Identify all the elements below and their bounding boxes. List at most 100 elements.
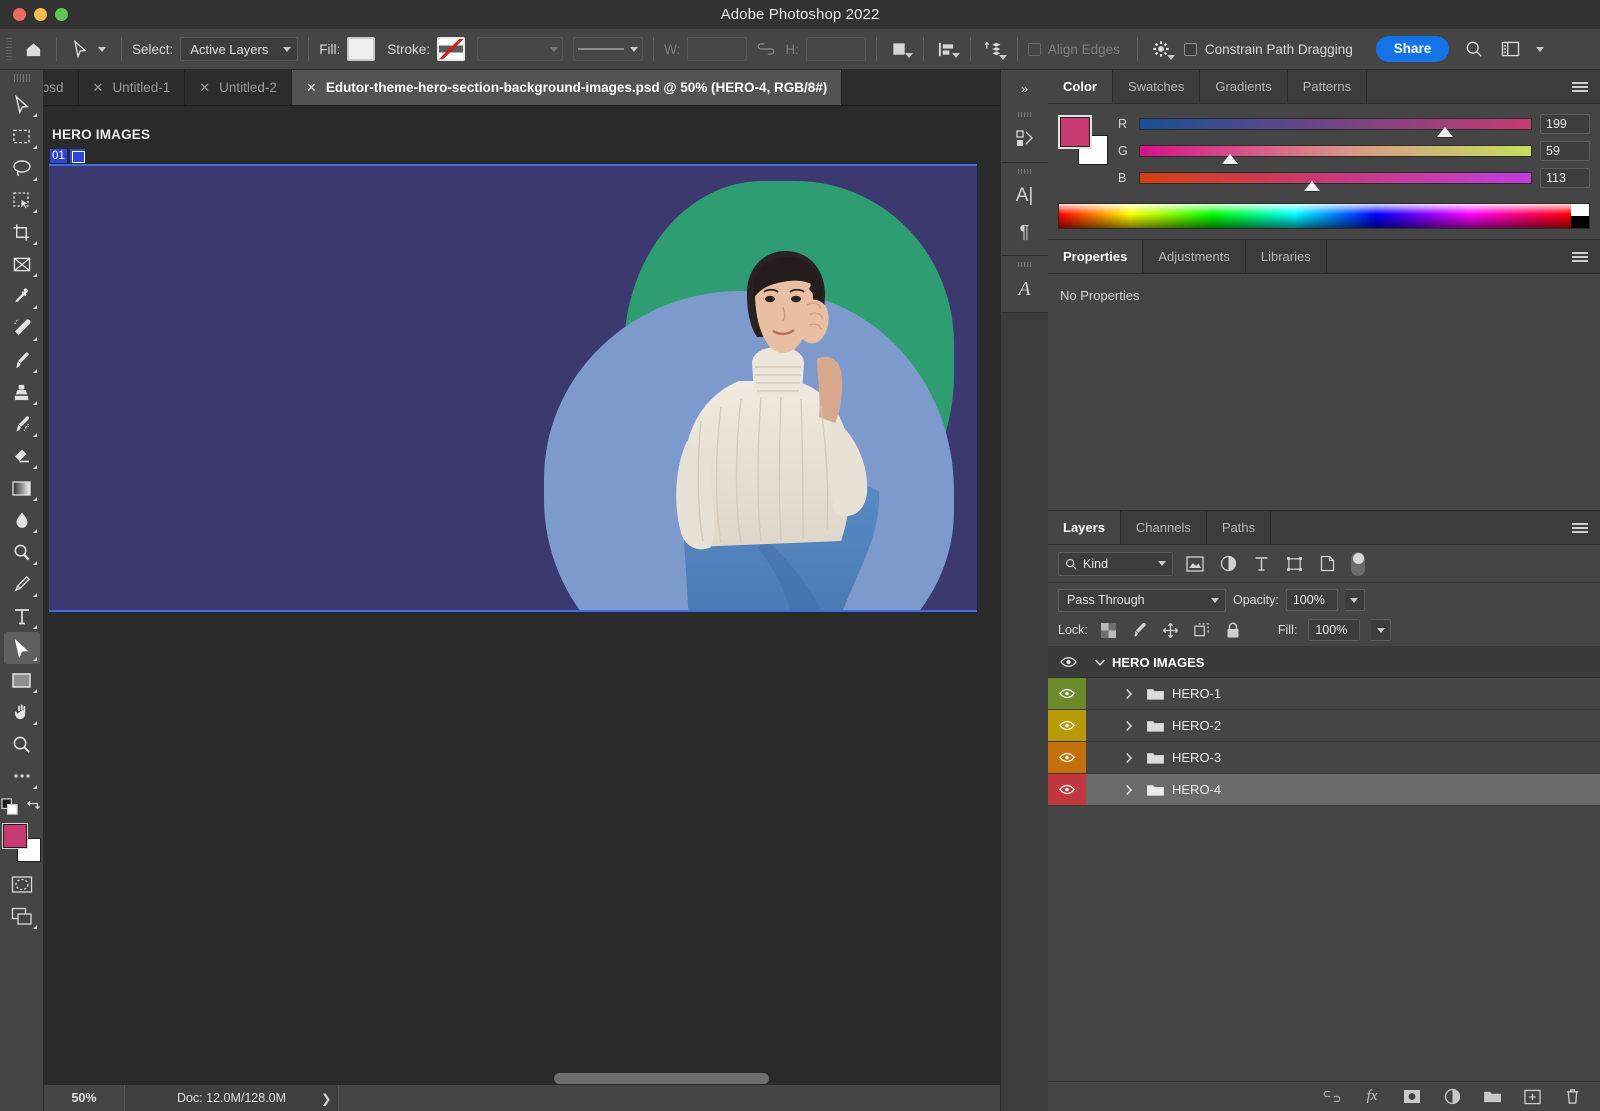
layer-row[interactable]: HERO-3 [1048, 742, 1600, 774]
layer-row[interactable]: HERO-4 [1048, 774, 1600, 806]
spectrum-white-black[interactable] [1571, 204, 1589, 228]
layer-row[interactable]: HERO-2 [1048, 710, 1600, 742]
close-icon[interactable]: ✕ [199, 80, 210, 96]
constrain-path-dragging-checkbox[interactable] [1184, 43, 1197, 56]
document-info[interactable]: Doc: 12.0M/128.0M [124, 1085, 339, 1111]
rail-grip[interactable] [1018, 169, 1032, 174]
edit-toolbar-icon[interactable] [4, 760, 40, 792]
black-swatch[interactable] [1571, 216, 1589, 228]
artboard-name-badge[interactable]: 01 [50, 149, 85, 163]
canvas-horizontal-scrollbar[interactable] [44, 1073, 1026, 1084]
canvas-area[interactable]: HERO IMAGES 01 [44, 106, 1044, 1111]
layer-row[interactable]: HERO-1 [1048, 678, 1600, 710]
filter-pixel-layers-icon[interactable] [1184, 553, 1206, 575]
color-swatches[interactable] [1060, 117, 1108, 165]
options-bar-grip[interactable] [4, 38, 14, 60]
tool-preset-chevron[interactable] [93, 36, 111, 62]
tab-libraries[interactable]: Libraries [1246, 240, 1327, 273]
history-brush-tool[interactable] [4, 408, 40, 440]
panel-menu-icon[interactable] [1560, 240, 1600, 273]
close-icon[interactable]: ✕ [306, 80, 317, 96]
clone-stamp-tool[interactable] [4, 376, 40, 408]
layer-style-fx-icon[interactable]: fx [1362, 1087, 1382, 1107]
gradient-tool[interactable] [4, 472, 40, 504]
hand-tool[interactable] [4, 696, 40, 728]
align-edges-checkbox[interactable] [1028, 43, 1041, 56]
white-swatch[interactable] [1571, 204, 1589, 216]
red-slider-knob[interactable] [1437, 127, 1453, 137]
opacity-input[interactable]: 100% [1286, 589, 1338, 611]
foreground-background-colors[interactable] [3, 824, 41, 862]
layer-expand-chevron[interactable] [1086, 742, 1138, 773]
green-value[interactable]: 59 [1540, 141, 1590, 161]
pen-tool[interactable] [4, 568, 40, 600]
eraser-tool[interactable] [4, 440, 40, 472]
width-input[interactable] [687, 37, 747, 61]
foreground-color-swatch[interactable] [1060, 117, 1090, 147]
glyphs-panel-icon[interactable]: A [1008, 272, 1042, 306]
panel-menu-icon[interactable] [1560, 70, 1600, 103]
close-icon[interactable]: ✕ [93, 80, 104, 96]
lock-all-icon[interactable] [1223, 620, 1243, 640]
brush-tool[interactable] [4, 344, 40, 376]
tab-adjustments[interactable]: Adjustments [1143, 240, 1246, 273]
layer-color-visibility[interactable] [1048, 678, 1086, 709]
document-tab-hero-psd[interactable]: ✕ Edutor-theme-hero-section-background-i… [292, 70, 842, 105]
zoom-tool[interactable] [4, 728, 40, 760]
screen-mode-icon[interactable] [4, 900, 40, 932]
paragraph-panel-icon[interactable]: ¶ [1008, 215, 1042, 249]
layer-expand-chevron[interactable] [1086, 678, 1138, 709]
lasso-tool[interactable] [4, 152, 40, 184]
layer-color-visibility[interactable] [1048, 742, 1086, 773]
add-layer-mask-icon[interactable] [1402, 1087, 1422, 1107]
frame-tool[interactable] [4, 248, 40, 280]
chevron-right-icon[interactable]: ❯ [321, 1091, 331, 1106]
path-operations-icon[interactable] [887, 36, 913, 62]
workspace-chevron[interactable] [1527, 36, 1553, 62]
layer-color-visibility[interactable] [1048, 774, 1086, 805]
document-tab-untitled-2[interactable]: ✕ Untitled-2 [185, 70, 292, 105]
layer-expand-chevron[interactable] [1086, 774, 1138, 805]
layer-filter-kind-dropdown[interactable]: Kind [1058, 552, 1173, 576]
object-selection-tool[interactable] [4, 184, 40, 216]
document-tab-untitled-1[interactable]: ✕ Untitled-1 [79, 70, 186, 105]
visibility-toggle[interactable] [1048, 656, 1088, 668]
lock-transparency-icon[interactable] [1099, 620, 1119, 640]
fill-input[interactable]: 100% [1308, 619, 1360, 641]
lock-image-pixels-icon[interactable] [1130, 620, 1150, 640]
green-slider-track[interactable] [1139, 145, 1532, 157]
fill-swatch[interactable] [347, 37, 375, 61]
tab-layers[interactable]: Layers [1048, 511, 1121, 544]
layer-expand-chevron[interactable] [1086, 710, 1138, 741]
dodge-tool[interactable] [4, 536, 40, 568]
fill-stepper-chevron[interactable] [1371, 619, 1391, 641]
libraries-icon[interactable] [1008, 122, 1042, 156]
quick-mask-icon[interactable] [4, 868, 40, 900]
tab-paths[interactable]: Paths [1207, 511, 1271, 544]
filter-shape-layers-icon[interactable] [1283, 553, 1305, 575]
crop-tool[interactable] [4, 216, 40, 248]
blur-tool[interactable] [4, 504, 40, 536]
link-icon[interactable] [753, 36, 779, 62]
filter-adjustment-layers-icon[interactable] [1217, 553, 1239, 575]
panel-menu-icon[interactable] [1560, 511, 1600, 544]
zoom-level[interactable]: 50% [44, 1091, 124, 1105]
scrollbar-thumb[interactable] [554, 1073, 769, 1084]
rectangular-marquee-tool[interactable] [4, 120, 40, 152]
rail-grip[interactable] [1018, 262, 1032, 267]
opacity-stepper-chevron[interactable] [1345, 589, 1365, 611]
tab-patterns[interactable]: Patterns [1288, 70, 1367, 103]
layer-group-hero-images[interactable]: HERO IMAGES [1048, 647, 1600, 678]
layer-color-visibility[interactable] [1048, 710, 1086, 741]
workspace-switcher-icon[interactable] [1497, 36, 1523, 62]
layer-list[interactable]: HERO IMAGES HERO-1 [1048, 647, 1600, 1081]
color-spectrum-ramp[interactable] [1058, 203, 1590, 229]
type-tool[interactable] [4, 600, 40, 632]
swap-colors-icon[interactable] [26, 799, 42, 819]
select-mode-dropdown[interactable]: Active Layers [180, 37, 298, 61]
active-tool-icon[interactable] [67, 36, 93, 62]
foreground-color-swatch[interactable] [3, 824, 27, 848]
path-alignment-icon[interactable] [934, 36, 960, 62]
spectrum-gradient[interactable] [1059, 204, 1571, 228]
home-icon[interactable] [20, 36, 46, 62]
